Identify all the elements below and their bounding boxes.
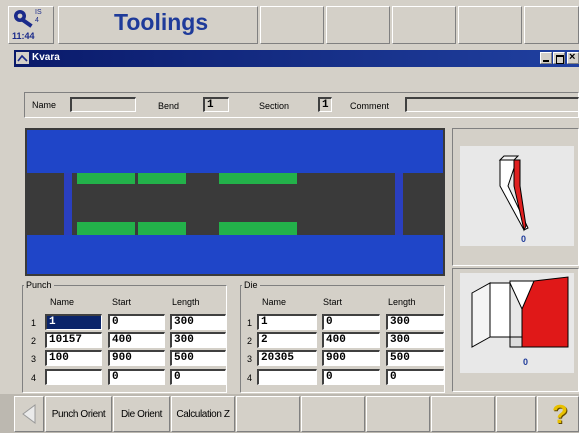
die-length-field[interactable]: 0	[386, 369, 444, 385]
punch-profile-icon	[498, 155, 529, 232]
die-orient-label: Die Orient	[120, 409, 162, 420]
back-button[interactable]	[14, 396, 44, 432]
die-name-field[interactable]: 2	[257, 332, 317, 348]
die-row-number: 3	[247, 354, 253, 364]
punch-row-number: 1	[31, 318, 37, 328]
die-length-header: Length	[388, 297, 416, 307]
punch-name-field[interactable]: 1	[45, 314, 102, 330]
punch-start-header: Start	[112, 297, 132, 307]
punch-name-field[interactable]: 100	[45, 350, 102, 366]
wrench-icon	[14, 10, 33, 28]
window-title: Kvara	[32, 52, 60, 63]
die-start-header: Start	[323, 297, 343, 307]
punch-length-field[interactable]: 0	[170, 369, 226, 385]
die-name-field[interactable]	[257, 369, 317, 385]
punch-row-number: 4	[31, 373, 37, 383]
name-field[interactable]	[70, 97, 136, 112]
window-titlebar[interactable]	[14, 50, 579, 67]
die-profile-view[interactable]: 0	[460, 273, 574, 373]
punch-segment[interactable]	[77, 173, 135, 184]
help-button[interactable]: ?	[537, 396, 579, 432]
punch-segment[interactable]	[219, 173, 297, 184]
clock: 11:44	[12, 31, 35, 41]
calculation-z-button[interactable]: Calculation Z	[171, 396, 235, 432]
die-segment[interactable]	[219, 222, 297, 235]
header-cell-4	[458, 6, 522, 44]
section-label: Section	[259, 101, 290, 111]
punch-name-field[interactable]	[45, 369, 102, 385]
punch-start-field[interactable]: 900	[108, 350, 165, 366]
window-app-icon	[16, 52, 29, 64]
punch-length-header: Length	[172, 297, 200, 307]
punch-length-field[interactable]: 300	[170, 314, 226, 330]
punch-name-field[interactable]: 10157	[45, 332, 102, 348]
punch-row-number: 3	[31, 354, 37, 364]
comment-field[interactable]	[405, 97, 579, 112]
punch-start-field[interactable]: 400	[108, 332, 165, 348]
die-row-number: 1	[247, 318, 253, 328]
punch-profile-view[interactable]: 0	[460, 146, 574, 246]
tooling-layout-view[interactable]	[25, 128, 445, 276]
die-name-field[interactable]: 1	[257, 314, 317, 330]
machine-status-panel[interactable]: IS 4 11:44	[8, 6, 54, 44]
die-start-field[interactable]: 400	[322, 332, 380, 348]
left-backgauge	[64, 173, 72, 235]
status-small-text: IS 4	[35, 9, 42, 24]
toolbar-slot-8[interactable]	[431, 396, 495, 432]
bend-label: Bend	[158, 101, 180, 111]
maximize-button[interactable]	[553, 52, 565, 64]
header-cell-2	[326, 6, 390, 44]
punch-length-field[interactable]: 300	[170, 332, 226, 348]
left-arrow-icon	[22, 404, 36, 424]
maximize-icon	[556, 55, 564, 64]
section-field[interactable]: 1	[318, 97, 332, 112]
die-row-number: 4	[247, 373, 253, 383]
die-segment[interactable]	[138, 222, 186, 235]
die-start-field[interactable]: 0	[322, 369, 380, 385]
minimize-button[interactable]	[540, 52, 552, 64]
toolbar-slot-9[interactable]	[496, 396, 536, 432]
toolbar-slot-5[interactable]	[236, 396, 300, 432]
punch-start-field[interactable]: 0	[108, 314, 165, 330]
die-length-field[interactable]: 500	[386, 350, 444, 366]
bend-field[interactable]: 1	[203, 97, 229, 112]
punch-count: 0	[521, 234, 527, 244]
die-count: 0	[523, 357, 529, 367]
minimize-icon	[543, 60, 549, 62]
close-button[interactable]: ×	[567, 51, 579, 64]
toolbar-slot-7[interactable]	[366, 396, 430, 432]
die-orient-button[interactable]: Die Orient	[113, 396, 170, 432]
lower-beam	[27, 235, 443, 274]
die-name-field[interactable]: 20305	[257, 350, 317, 366]
close-icon: ×	[569, 51, 576, 63]
punch-group-label: Punch	[24, 280, 54, 290]
punch-segment[interactable]	[138, 173, 186, 184]
calculation-z-label: Calculation Z	[176, 409, 230, 420]
die-start-field[interactable]: 0	[322, 314, 380, 330]
help-icon: ?	[552, 399, 568, 429]
comment-label: Comment	[350, 101, 390, 111]
die-length-field[interactable]: 300	[386, 332, 444, 348]
punch-start-field[interactable]: 0	[108, 369, 165, 385]
die-group-label: Die	[242, 280, 260, 290]
punch-name-header: Name	[50, 297, 75, 307]
die-start-field[interactable]: 900	[322, 350, 380, 366]
die-name-header: Name	[262, 297, 287, 307]
punch-row-number: 2	[31, 336, 37, 346]
punch-orient-label: Punch Orient	[51, 409, 106, 420]
die-row-number: 2	[247, 336, 253, 346]
toolbar-slot-6[interactable]	[301, 396, 365, 432]
die-length-field[interactable]: 300	[386, 314, 444, 330]
header-cell-5	[524, 6, 579, 44]
right-backgauge	[395, 173, 403, 235]
upper-beam	[27, 130, 443, 173]
header-cell-1	[260, 6, 324, 44]
header-cell-3	[392, 6, 456, 44]
die-profile-icon	[471, 276, 569, 348]
name-label: Name	[32, 100, 57, 110]
punch-orient-button[interactable]: Punch Orient	[45, 396, 112, 432]
page-title: Toolings	[114, 9, 209, 35]
die-segment[interactable]	[77, 222, 135, 235]
punch-length-field[interactable]: 500	[170, 350, 226, 366]
